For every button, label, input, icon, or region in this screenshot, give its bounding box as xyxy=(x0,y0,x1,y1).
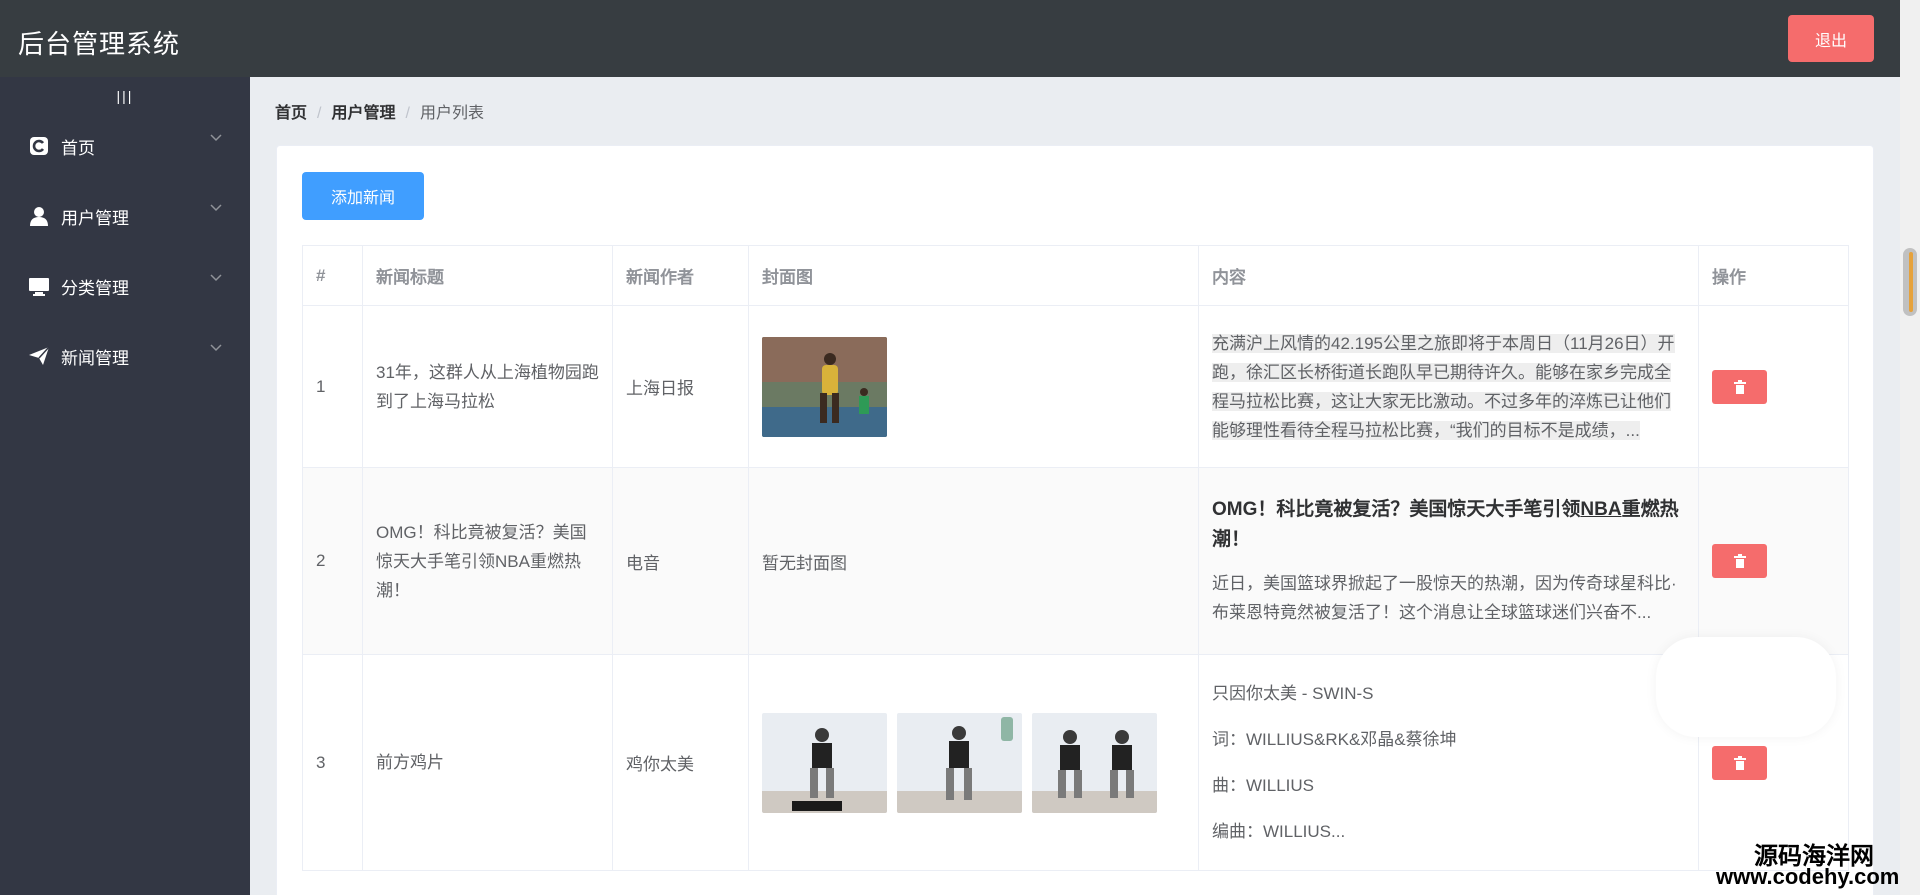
sidebar-item-label: 分类管理 xyxy=(61,279,129,298)
delete-button[interactable] xyxy=(1712,544,1767,578)
chevron-down-icon xyxy=(210,134,222,142)
trash-icon xyxy=(1733,379,1746,394)
delete-button[interactable] xyxy=(1712,369,1767,404)
cover-thumbnail[interactable] xyxy=(897,712,1022,813)
add-news-button[interactable]: 添加新闻 xyxy=(302,172,424,220)
delete-button[interactable] xyxy=(1712,745,1767,780)
row-index: 3 xyxy=(302,654,363,871)
send-icon xyxy=(29,346,50,365)
sidebar-item-label: 新闻管理 xyxy=(61,349,129,368)
content-heading: OMG！科比竟被复活？美国惊天大手笔引领NBA重燃热潮！ xyxy=(1212,499,1679,550)
row-index: 1 xyxy=(302,305,363,468)
floating-overlay xyxy=(1656,637,1836,737)
row-actions xyxy=(1698,467,1849,655)
sidebar-item-users[interactable]: 用户管理 xyxy=(0,187,250,243)
watermark-url: www.codehy.com xyxy=(1716,864,1900,889)
sidebar: ||| 首页 用户管理 分类管理 新闻管理 xyxy=(0,77,250,895)
cover-thumbnail[interactable] xyxy=(762,712,887,813)
sidebar-item-label: 用户管理 xyxy=(61,209,129,228)
vertical-scrollbar-track[interactable] xyxy=(1900,0,1920,895)
content-line: 只因你太美 - SWIN-S xyxy=(1212,683,1374,703)
sidebar-toggle[interactable]: ||| xyxy=(0,83,250,109)
monitor-icon xyxy=(29,278,49,296)
app-title: 后台管理系统 xyxy=(18,29,181,59)
table-row: 2 OMG！科比竟被复活？美国惊天大手笔引领NBA重燃热潮！ 电音 暂无封面图 … xyxy=(302,467,1849,655)
content-line: 词：WILLIUS&RK&邓晶&蔡徐坤 xyxy=(1212,729,1457,749)
breadcrumb-section[interactable]: 用户管理 xyxy=(331,105,395,122)
chevron-down-icon xyxy=(210,274,222,282)
breadcrumb-current: 用户列表 xyxy=(419,105,484,122)
row-actions xyxy=(1698,305,1849,468)
sidebar-item-categories[interactable]: 分类管理 xyxy=(0,257,250,313)
col-header-author: 新闻作者 xyxy=(612,245,749,306)
row-author: 上海日报 xyxy=(612,305,749,468)
row-author: 电音 xyxy=(612,467,749,655)
breadcrumb: 首页 / 用户管理 / 用户列表 xyxy=(275,105,484,122)
trash-icon xyxy=(1733,755,1746,770)
trash-icon xyxy=(1733,554,1746,568)
row-title: 前方鸡片 xyxy=(362,654,613,871)
col-header-index: # xyxy=(302,245,363,306)
main-content: 首页 / 用户管理 / 用户列表 添加新闻 # 新闻标题 新闻作者 封面图 内容 操作 xyxy=(250,77,1900,895)
table-header-row: # 新闻标题 新闻作者 封面图 内容 操作 xyxy=(302,245,1849,306)
row-cover: 暂无封面图 xyxy=(748,467,1199,655)
row-cover xyxy=(748,305,1199,468)
table-row: 3 前方鸡片 鸡你太美 只因你太美 - SWIN-S 词：WILLIUS&RK&… xyxy=(302,654,1849,871)
chevron-down-icon xyxy=(210,344,222,352)
row-title: 31年，这群人从上海植物园跑到了上海马拉松 xyxy=(362,305,613,468)
logout-button[interactable]: 退出 xyxy=(1788,15,1874,62)
col-header-cover: 封面图 xyxy=(748,245,1199,306)
table-row: 1 31年，这群人从上海植物园跑到了上海马拉松 上海日报 充满沪上风情的42.1… xyxy=(302,305,1849,468)
scrollbar-accent xyxy=(1909,252,1913,312)
content-line: 曲：WILLIUS xyxy=(1212,775,1315,795)
row-content: OMG！科比竟被复活？美国惊天大手笔引领NBA重燃热潮！ 近日，美国篮球界掀起了… xyxy=(1198,467,1699,655)
content-text: 充满沪上风情的42.195公里之旅即将于本周日（11月26日）开跑，徐汇区长桥街… xyxy=(1212,333,1675,440)
breadcrumb-home[interactable]: 首页 xyxy=(275,105,307,122)
col-header-actions: 操作 xyxy=(1698,245,1849,306)
sidebar-item-label: 首页 xyxy=(61,139,95,158)
row-title: OMG！科比竟被复活？美国惊天大手笔引领NBA重燃热潮！ xyxy=(362,467,613,655)
content-card: 添加新闻 # 新闻标题 新闻作者 封面图 内容 操作 1 31年，这群人从上海植… xyxy=(276,145,1874,895)
col-header-content: 内容 xyxy=(1198,245,1699,306)
row-index: 2 xyxy=(302,467,363,655)
cover-thumbnail[interactable] xyxy=(1032,712,1157,813)
col-header-title: 新闻标题 xyxy=(362,245,613,306)
user-icon xyxy=(30,207,48,226)
sidebar-item-home[interactable]: 首页 xyxy=(0,117,250,173)
content-line: 编曲：WILLIUS... xyxy=(1212,821,1346,841)
chevron-down-icon xyxy=(210,204,222,212)
content-text: 近日，美国篮球界掀起了一股惊天的热潮，因为传奇球星科比·布莱恩特竟然被复活了！这… xyxy=(1212,574,1677,622)
row-author: 鸡你太美 xyxy=(612,654,749,871)
cover-thumbnail[interactable] xyxy=(762,336,887,437)
news-table: # 新闻标题 新闻作者 封面图 内容 操作 1 31年，这群人从上海植物园跑到了… xyxy=(302,245,1849,871)
top-header: 后台管理系统 退出 xyxy=(0,0,1900,77)
row-content: 只因你太美 - SWIN-S 词：WILLIUS&RK&邓晶&蔡徐坤 曲：WIL… xyxy=(1198,654,1699,871)
row-cover xyxy=(748,654,1199,871)
sidebar-item-news[interactable]: 新闻管理 xyxy=(0,327,250,383)
home-c-icon xyxy=(30,137,48,155)
row-content: 充满沪上风情的42.195公里之旅即将于本周日（11月26日）开跑，徐汇区长桥街… xyxy=(1198,305,1699,468)
